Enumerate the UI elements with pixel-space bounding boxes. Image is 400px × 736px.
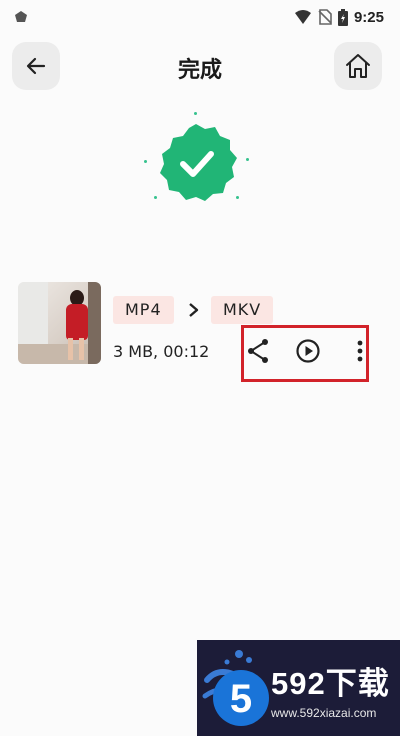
watermark-title: 592下载 [271, 666, 390, 701]
more-button[interactable] [345, 336, 375, 366]
header: 完成 [0, 40, 400, 94]
battery-icon [337, 8, 348, 26]
svg-text:5: 5 [230, 677, 252, 721]
video-thumbnail[interactable] [18, 282, 101, 364]
status-bar: 9:25 [0, 0, 400, 34]
share-button[interactable] [243, 336, 273, 366]
wifi-icon [294, 10, 311, 24]
status-right: 9:25 [294, 8, 384, 26]
file-meta: 3 MB, 00:12 [113, 342, 210, 361]
home-icon [346, 54, 370, 78]
target-format-tag: MKV [211, 296, 274, 324]
play-button[interactable] [293, 336, 323, 366]
watermark: 5 592下载 www.592xiazai.com [197, 640, 400, 736]
no-sim-icon [318, 9, 332, 25]
play-icon [296, 339, 320, 363]
status-time: 9:25 [353, 8, 384, 26]
watermark-url: www.592xiazai.com [271, 706, 377, 720]
success-badge [138, 112, 258, 222]
watermark-logo-icon: 5 [202, 650, 269, 726]
share-icon [248, 339, 268, 363]
source-format-tag: MP4 [113, 296, 174, 324]
chevron-right-icon [189, 303, 199, 317]
screen: 9:25 完成 MP4 MKV 3 MB, 00:12 5 592下载 www.… [0, 0, 400, 736]
check-badge-icon [160, 124, 237, 201]
app-notification-icon [15, 11, 27, 22]
home-button[interactable] [334, 42, 382, 90]
more-vert-icon [357, 340, 363, 362]
